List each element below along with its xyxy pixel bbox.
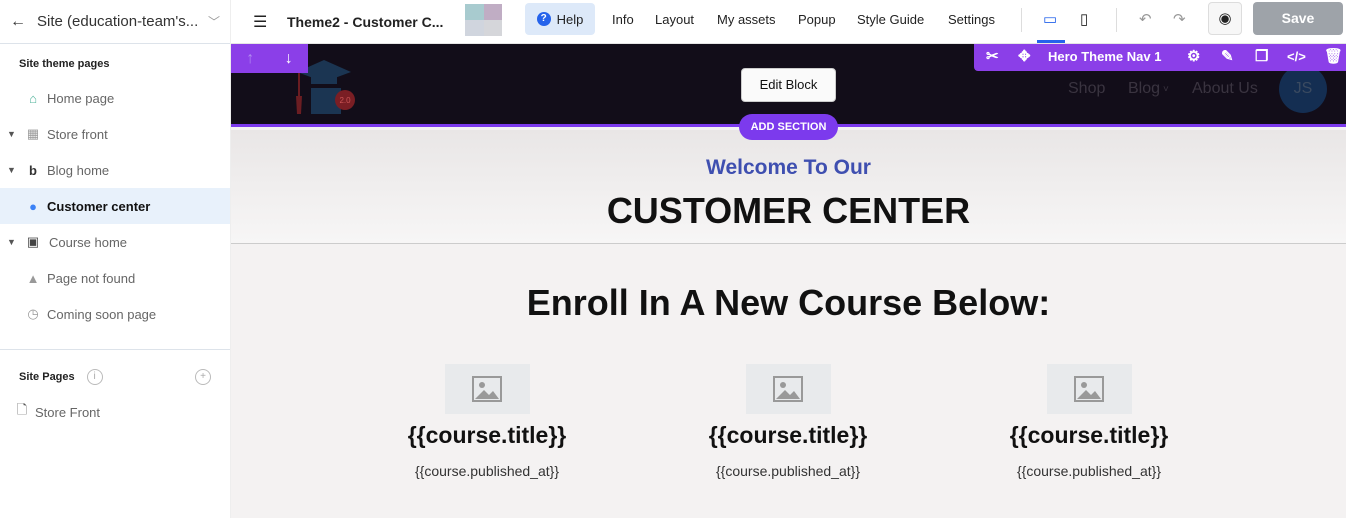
chevron-down-icon[interactable]: ﹀ (208, 13, 220, 30)
sidebar-item-site-page[interactable]: 🗋 Store Front (0, 394, 230, 430)
course-title: {{course.title}} (708, 422, 868, 448)
divider (1021, 8, 1022, 32)
nav-info[interactable]: Info (612, 12, 634, 27)
duplicate-icon[interactable]: ❐ (1255, 47, 1268, 65)
save-button[interactable]: Save (1253, 2, 1343, 35)
sidebar-item-blog-home[interactable]: ▼ b Blog home (0, 152, 230, 188)
drag-move-icon[interactable]: ✥ (1018, 47, 1031, 65)
theme-title: Theme2 - Customer C... (287, 13, 444, 30)
image-placeholder-icon (745, 364, 831, 414)
nav-about-us[interactable]: About Us (1192, 80, 1258, 98)
item-label: Coming soon page (47, 306, 157, 322)
image-placeholder-icon (444, 364, 530, 414)
nav-blog[interactable]: Blog (1128, 80, 1160, 98)
item-label: Store Front (35, 404, 101, 420)
page-canvas: 2.0 ↑ ↓ Shop Blog ˅ About Us JS ✂ ✥ Hero … (231, 44, 1346, 518)
chevron-down-icon: ˅ (1163, 84, 1169, 95)
course-date: {{course.published_at}} (414, 463, 559, 479)
sidebar-item-customer-center[interactable]: ● Customer center (0, 188, 230, 224)
help-button[interactable]: ? Help (525, 3, 595, 35)
move-up-icon[interactable]: ↑ (246, 50, 254, 68)
hero-banner: Welcome To Our CUSTOMER CENTER (231, 130, 1346, 244)
item-label: Customer center (47, 198, 151, 214)
caret-down-icon[interactable]: ▼ (7, 237, 16, 247)
color-swatch[interactable] (465, 4, 502, 36)
course-card[interactable]: {{course.title}} {{course.published_at}} (387, 364, 587, 479)
file-icon: 🗋 (16, 402, 28, 417)
item-label: Course home (49, 234, 128, 250)
unlink-icon[interactable]: ✂ (986, 47, 999, 65)
sidebar: ← Site (education-team's... ﹀ Site theme… (0, 0, 231, 518)
enroll-heading: Enroll In A New Course Below: (526, 282, 1051, 323)
item-label: Home page (47, 90, 115, 106)
item-label: Blog home (47, 162, 110, 178)
course-title: {{course.title}} (407, 422, 567, 448)
hamburger-menu-icon[interactable]: ☰ (253, 12, 267, 32)
nav-shop[interactable]: Shop (1068, 80, 1105, 98)
topbar: ☰ Theme2 - Customer C... ? Help Info Layo… (231, 0, 1346, 44)
help-label: Help (556, 11, 584, 27)
block-toolbar: ✂ ✥ Hero Theme Nav 1 ⚙ ✎ ❐ </> 🗑 (974, 44, 1346, 71)
active-indicator (1037, 40, 1065, 43)
nav-my-assets[interactable]: My assets (717, 12, 776, 27)
back-arrow-icon[interactable]: ← (10, 13, 32, 31)
add-section-button[interactable]: ADD SECTION (739, 114, 838, 140)
item-label: Page not found (47, 270, 136, 286)
item-label: Store front (47, 126, 108, 142)
move-controls: ↑ ↓ (231, 44, 308, 73)
sidebar-item-home[interactable]: ⌂ Home page (0, 80, 230, 116)
edit-block-button[interactable]: Edit Block (741, 68, 836, 102)
store-icon: ▦ (26, 126, 40, 141)
avatar[interactable]: JS (1279, 65, 1327, 113)
logo-badge: 2.0 (339, 96, 351, 105)
nav-layout[interactable]: Layout (655, 12, 694, 27)
warning-icon: ▲ (26, 270, 40, 286)
home-icon: ⌂ (29, 90, 37, 106)
caret-down-icon[interactable]: ▼ (7, 165, 16, 175)
sidebar-item-coming-soon[interactable]: ◷ Coming soon page (0, 296, 230, 332)
section-title: Site theme pages (19, 58, 110, 70)
help-icon: ? (536, 12, 551, 26)
add-page-icon[interactable]: + (195, 369, 211, 385)
mobile-view-icon[interactable]: ▯ (1080, 10, 1088, 28)
divider (1116, 8, 1117, 32)
course-date: {{course.published_at}} (715, 463, 860, 479)
blog-icon: b (29, 162, 37, 178)
sidebar-item-page-not-found[interactable]: ▲ Page not found (0, 260, 230, 296)
course-date: {{course.published_at}} (1016, 463, 1161, 479)
nav-popup[interactable]: Popup (798, 12, 836, 27)
site-pages-title: Site Pages (19, 371, 75, 383)
page-heading: CUSTOMER CENTER (606, 190, 971, 231)
sidebar-item-store-front[interactable]: ▼ ▦ Store front (0, 116, 230, 152)
welcome-text: Welcome To Our (706, 156, 871, 179)
preview-eye-icon[interactable]: ◉ (1208, 2, 1242, 35)
move-down-icon[interactable]: ↓ (285, 50, 293, 68)
course-card[interactable]: {{course.title}} {{course.published_at}} (688, 364, 888, 479)
sidebar-item-course-home[interactable]: ▼ ▣ Course home (0, 224, 230, 260)
site-selector[interactable]: ← Site (education-team's... ﹀ (0, 0, 230, 44)
redo-icon[interactable]: ↷ (1173, 10, 1186, 28)
info-icon[interactable]: i (86, 369, 103, 385)
pencil-icon[interactable]: ✎ (1221, 47, 1234, 65)
trash-icon[interactable]: 🗑 (1324, 47, 1343, 65)
undo-icon[interactable]: ↶ (1139, 10, 1152, 28)
caret-down-icon[interactable]: ▼ (7, 129, 16, 139)
gear-icon[interactable]: ⚙ (1187, 47, 1200, 65)
nav-style-guide[interactable]: Style Guide (857, 12, 924, 27)
nav-settings[interactable]: Settings (948, 12, 995, 27)
code-icon[interactable]: </> (1287, 49, 1306, 64)
course-card[interactable]: {{course.title}} {{course.published_at}} (989, 364, 1189, 479)
course-title: {{course.title}} (1009, 422, 1169, 448)
site-name: Site (education-team's... (37, 13, 199, 30)
image-placeholder-icon (1046, 364, 1132, 414)
clock-icon: ◷ (27, 306, 39, 321)
course-icon: ▣ (26, 234, 40, 249)
user-icon: ● (29, 198, 37, 214)
desktop-view-icon[interactable]: ▭ (1043, 10, 1057, 28)
block-name: Hero Theme Nav 1 (1048, 49, 1162, 64)
